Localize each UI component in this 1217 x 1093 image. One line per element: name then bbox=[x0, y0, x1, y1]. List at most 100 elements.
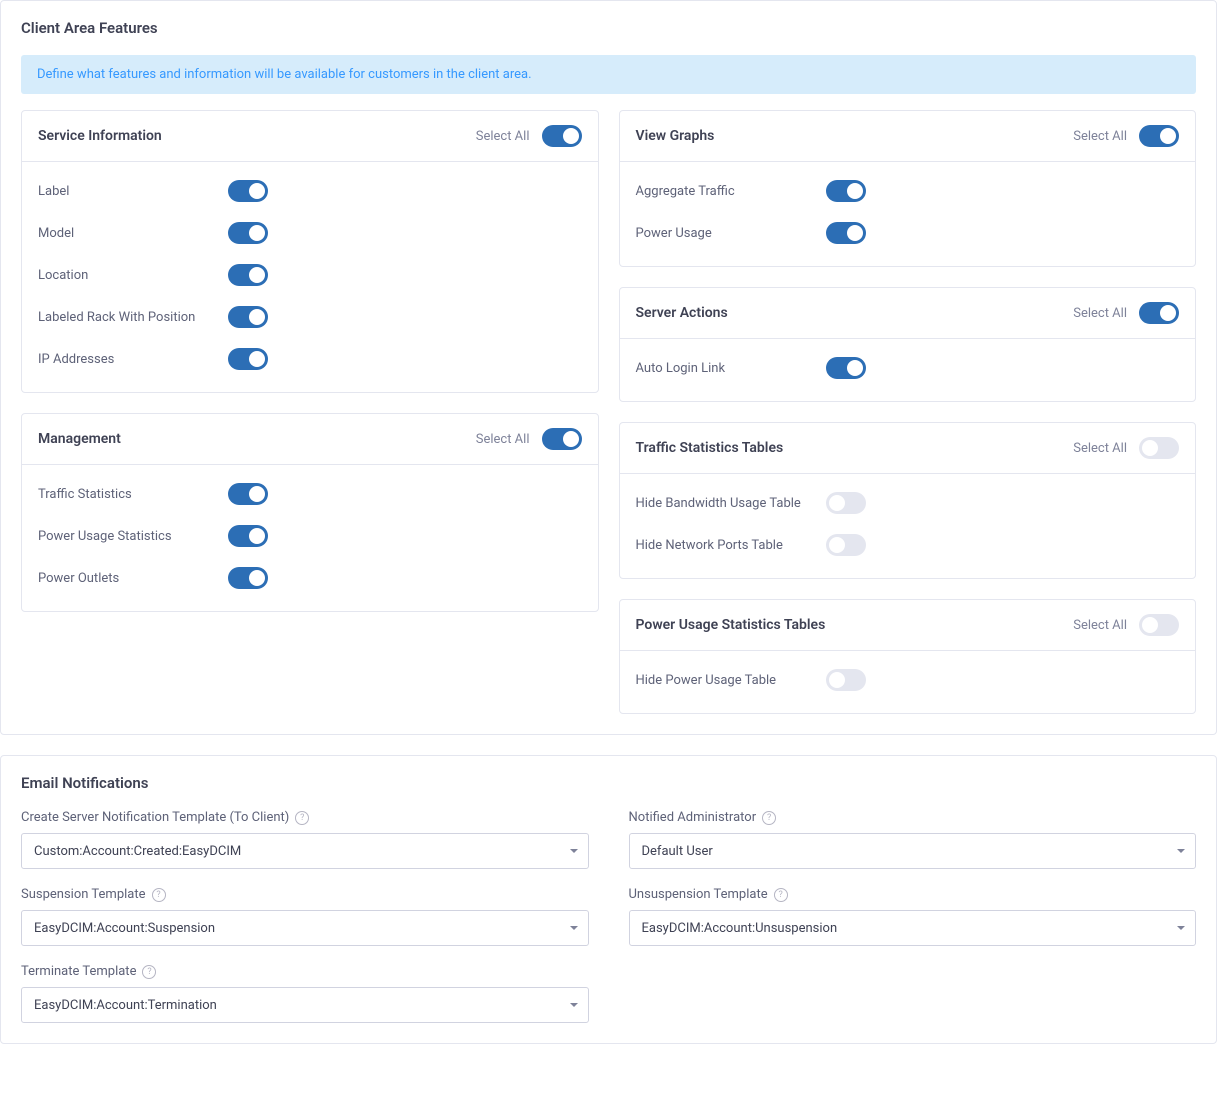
toggle-label: Hide Power Usage Table bbox=[636, 673, 826, 688]
form-group-unsuspension: Unsuspension Template ? EasyDCIM:Account… bbox=[629, 887, 1197, 946]
toggle-row: Hide Network Ports Table bbox=[636, 524, 1180, 566]
toggle-ip-addresses[interactable] bbox=[228, 348, 268, 370]
select-all-label: Select All bbox=[476, 432, 530, 447]
select-all-label: Select All bbox=[1073, 306, 1127, 321]
panel-title: View Graphs bbox=[636, 128, 715, 144]
select-all-label: Select All bbox=[1073, 129, 1127, 144]
toggle-row: Aggregate Traffic bbox=[636, 170, 1180, 212]
select-all-group: Select All bbox=[476, 125, 582, 147]
select-all-toggle-server-actions[interactable] bbox=[1139, 302, 1179, 324]
toggle-label: Power Usage bbox=[636, 226, 826, 241]
select-all-group: Select All bbox=[1073, 302, 1179, 324]
email-notifications-card: Email Notifications Create Server Notifi… bbox=[0, 755, 1217, 1044]
caret-down-icon bbox=[570, 849, 578, 853]
toggle-location[interactable] bbox=[228, 264, 268, 286]
toggle-hide-power-usage-table[interactable] bbox=[826, 669, 866, 691]
select-value: Custom:Account:Created:EasyDCIM bbox=[34, 844, 241, 859]
toggle-auto-login-link[interactable] bbox=[826, 357, 866, 379]
caret-down-icon bbox=[570, 926, 578, 930]
left-column: Service Information Select All Label Mod… bbox=[21, 110, 599, 714]
select-notified-admin[interactable]: Default User bbox=[629, 833, 1197, 869]
client-area-title: Client Area Features bbox=[1, 1, 1216, 55]
panel-title: Power Usage Statistics Tables bbox=[636, 617, 826, 633]
select-value: EasyDCIM:Account:Suspension bbox=[34, 921, 215, 936]
select-all-toggle-service-info[interactable] bbox=[542, 125, 582, 147]
select-all-group: Select All bbox=[1073, 437, 1179, 459]
select-all-group: Select All bbox=[1073, 125, 1179, 147]
toggle-row: IP Addresses bbox=[38, 338, 582, 380]
toggle-label: Location bbox=[38, 268, 228, 283]
select-all-label: Select All bbox=[476, 129, 530, 144]
toggle-label: IP Addresses bbox=[38, 352, 228, 367]
form-label: Suspension Template ? bbox=[21, 887, 589, 902]
panel-body: Aggregate Traffic Power Usage bbox=[620, 162, 1196, 266]
select-all-label: Select All bbox=[1073, 618, 1127, 633]
toggle-power-outlets[interactable] bbox=[228, 567, 268, 589]
toggle-aggregate-traffic[interactable] bbox=[826, 180, 866, 202]
panel-title: Management bbox=[38, 431, 121, 447]
toggle-power-usage-graph[interactable] bbox=[826, 222, 866, 244]
form-label: Terminate Template ? bbox=[21, 964, 589, 979]
select-all-toggle-traffic-stats[interactable] bbox=[1139, 437, 1179, 459]
toggle-row: Model bbox=[38, 212, 582, 254]
toggle-label: Label bbox=[38, 184, 228, 199]
panel-title: Service Information bbox=[38, 128, 162, 144]
toggle-label: Power Outlets bbox=[38, 571, 228, 586]
select-all-toggle-power-stats[interactable] bbox=[1139, 614, 1179, 636]
select-terminate-template[interactable]: EasyDCIM:Account:Termination bbox=[21, 987, 589, 1023]
label-text: Create Server Notification Template (To … bbox=[21, 810, 289, 825]
client-area-features-card: Client Area Features Define what feature… bbox=[0, 0, 1217, 735]
toggle-label: Auto Login Link bbox=[636, 361, 826, 376]
toggle-hide-bandwidth-table[interactable] bbox=[826, 492, 866, 514]
caret-down-icon bbox=[1177, 849, 1185, 853]
panel-traffic-stats-tables: Traffic Statistics Tables Select All Hid… bbox=[619, 422, 1197, 579]
help-icon[interactable]: ? bbox=[762, 811, 776, 825]
email-notifications-title: Email Notifications bbox=[1, 756, 1216, 810]
select-value: EasyDCIM:Account:Unsuspension bbox=[642, 921, 838, 936]
form-group-terminate: Terminate Template ? EasyDCIM:Account:Te… bbox=[21, 964, 589, 1023]
toggle-hide-network-ports-table[interactable] bbox=[826, 534, 866, 556]
toggle-row: Power Outlets bbox=[38, 557, 582, 599]
help-icon[interactable]: ? bbox=[152, 888, 166, 902]
toggle-row: Power Usage Statistics bbox=[38, 515, 582, 557]
select-all-toggle-view-graphs[interactable] bbox=[1139, 125, 1179, 147]
panel-service-information: Service Information Select All Label Mod… bbox=[21, 110, 599, 393]
form-group-create-server: Create Server Notification Template (To … bbox=[21, 810, 589, 869]
toggle-power-usage-stats[interactable] bbox=[228, 525, 268, 547]
help-icon[interactable]: ? bbox=[774, 888, 788, 902]
select-unsuspension-template[interactable]: EasyDCIM:Account:Unsuspension bbox=[629, 910, 1197, 946]
select-suspension-template[interactable]: EasyDCIM:Account:Suspension bbox=[21, 910, 589, 946]
toggle-row: Location bbox=[38, 254, 582, 296]
select-all-group: Select All bbox=[1073, 614, 1179, 636]
help-icon[interactable]: ? bbox=[142, 965, 156, 979]
toggle-row: Auto Login Link bbox=[636, 347, 1180, 389]
help-icon[interactable]: ? bbox=[295, 811, 309, 825]
email-form-grid: Create Server Notification Template (To … bbox=[1, 810, 1216, 1043]
toggle-labeled-rack[interactable] bbox=[228, 306, 268, 328]
panel-body: Hide Bandwidth Usage Table Hide Network … bbox=[620, 474, 1196, 578]
panel-power-stats-tables: Power Usage Statistics Tables Select All… bbox=[619, 599, 1197, 714]
toggle-traffic-statistics[interactable] bbox=[228, 483, 268, 505]
form-group-suspension: Suspension Template ? EasyDCIM:Account:S… bbox=[21, 887, 589, 946]
label-text: Unsuspension Template bbox=[629, 887, 768, 902]
caret-down-icon bbox=[570, 1003, 578, 1007]
toggle-label-field[interactable] bbox=[228, 180, 268, 202]
select-all-group: Select All bbox=[476, 428, 582, 450]
panel-header: View Graphs Select All bbox=[620, 111, 1196, 162]
form-label: Create Server Notification Template (To … bbox=[21, 810, 589, 825]
panels-columns: Service Information Select All Label Mod… bbox=[1, 110, 1216, 734]
panel-title: Traffic Statistics Tables bbox=[636, 440, 784, 456]
panel-header: Power Usage Statistics Tables Select All bbox=[620, 600, 1196, 651]
toggle-label: Hide Bandwidth Usage Table bbox=[636, 496, 826, 511]
info-banner: Define what features and information wil… bbox=[21, 55, 1196, 94]
toggle-label: Labeled Rack With Position bbox=[38, 310, 228, 325]
form-label: Unsuspension Template ? bbox=[629, 887, 1197, 902]
toggle-row: Hide Bandwidth Usage Table bbox=[636, 482, 1180, 524]
select-value: Default User bbox=[642, 844, 713, 859]
toggle-label: Power Usage Statistics bbox=[38, 529, 228, 544]
toggle-row: Power Usage bbox=[636, 212, 1180, 254]
select-create-server-template[interactable]: Custom:Account:Created:EasyDCIM bbox=[21, 833, 589, 869]
select-all-toggle-management[interactable] bbox=[542, 428, 582, 450]
toggle-label: Hide Network Ports Table bbox=[636, 538, 826, 553]
toggle-model[interactable] bbox=[228, 222, 268, 244]
